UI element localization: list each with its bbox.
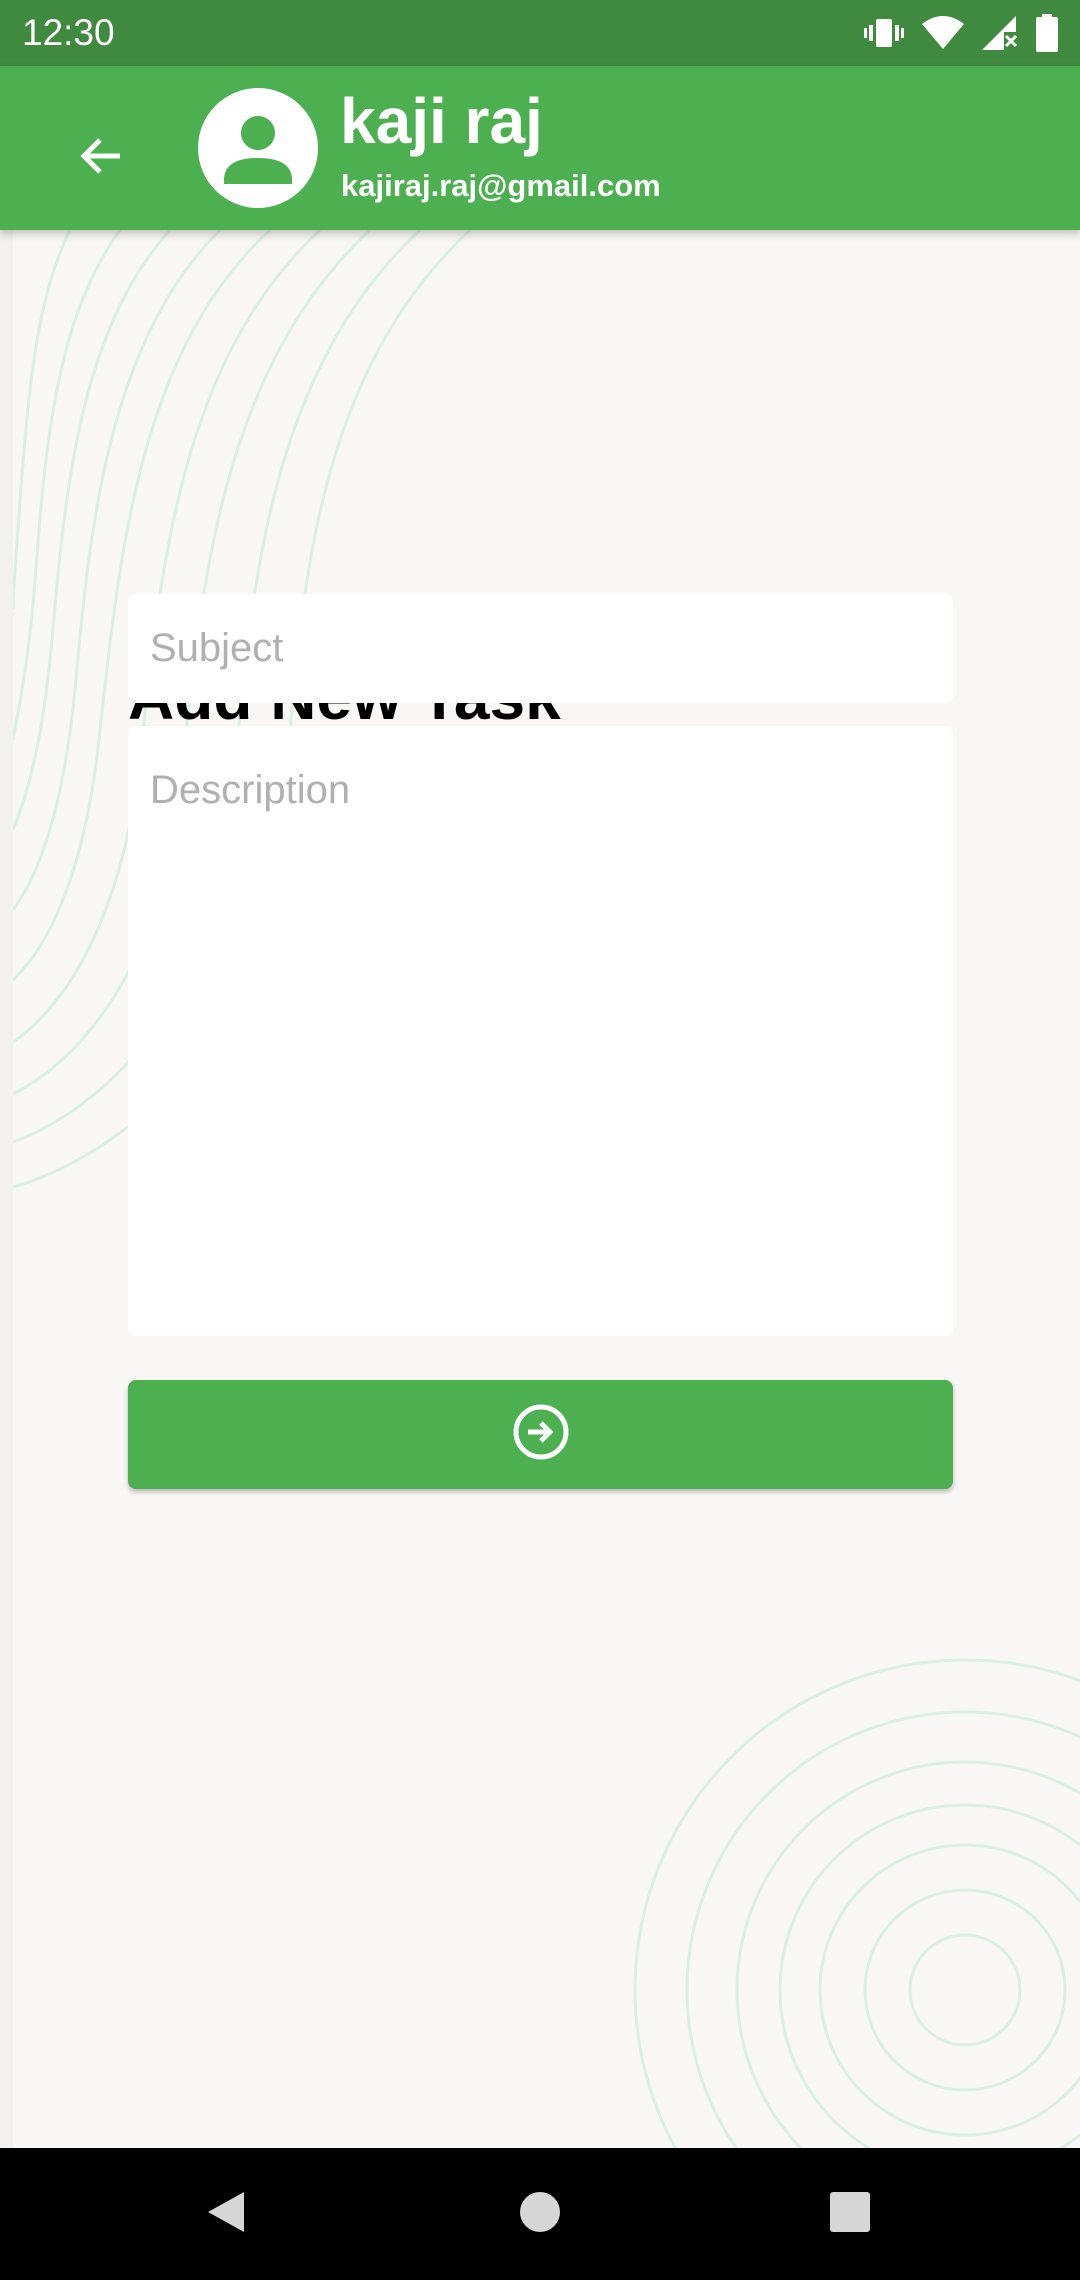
arrow-back-icon [76, 132, 124, 185]
left-edge [0, 230, 13, 2148]
battery-icon [1036, 14, 1058, 52]
status-icons [864, 13, 1058, 53]
person-icon [198, 116, 318, 208]
nav-recents-button[interactable] [810, 2174, 890, 2254]
app-bar: kaji raj kajiraj.raj@gmail.com [0, 66, 1080, 230]
recents-square-icon [829, 2191, 871, 2238]
user-email: kajiraj.raj@gmail.com [341, 168, 661, 203]
description-input[interactable] [128, 726, 953, 1336]
submit-button[interactable] [128, 1380, 953, 1489]
wifi-icon [922, 16, 964, 50]
status-time: 12:30 [22, 12, 115, 53]
nav-home-button[interactable] [500, 2174, 580, 2254]
nav-back-button[interactable] [186, 2174, 266, 2254]
arrow-circle-right-icon [512, 1403, 570, 1466]
avatar [198, 88, 318, 208]
user-name: kaji raj [340, 85, 543, 157]
status-bar: 12:30 [0, 0, 1080, 66]
back-button[interactable] [60, 118, 140, 198]
subject-input[interactable] [128, 594, 953, 703]
vibrate-icon [864, 15, 904, 51]
back-triangle-icon [204, 2188, 248, 2241]
navigation-bar [0, 2148, 1080, 2280]
home-circle-icon [519, 2191, 561, 2238]
signal-icon [982, 16, 1018, 50]
